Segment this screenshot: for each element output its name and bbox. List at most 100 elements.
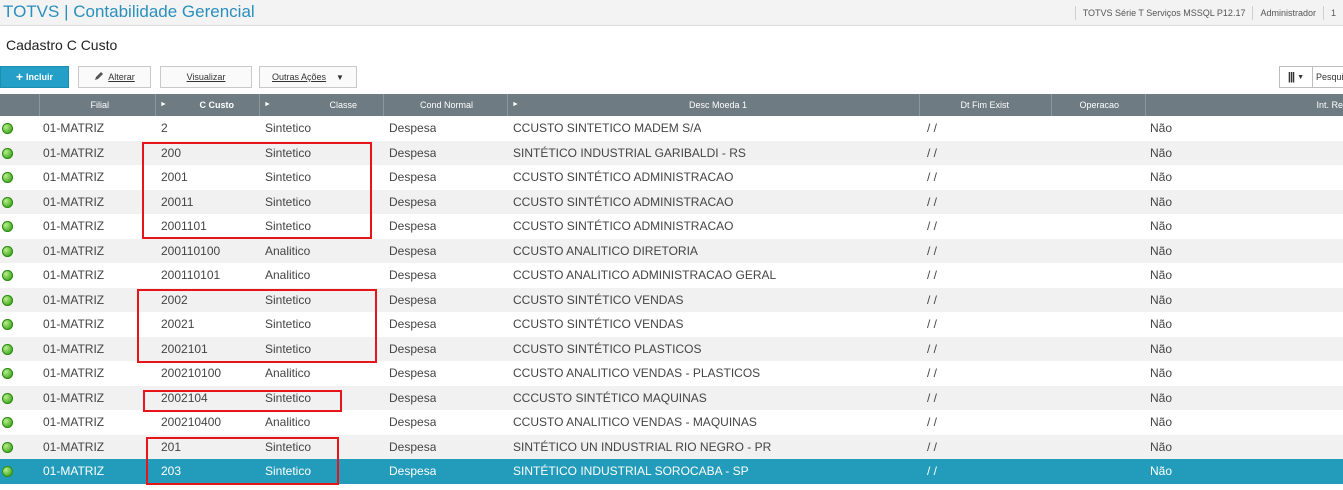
cell-desc-moeda: SINTÉTICO UN INDUSTRIAL RIO NEGRO - PR — [513, 439, 772, 454]
cell-cond-normal: Despesa — [389, 145, 437, 160]
cell-cond-normal: Despesa — [389, 243, 437, 258]
column-header-cond-normal[interactable]: Cond Normal — [384, 94, 508, 116]
cell-classe: Sintetico — [265, 292, 312, 307]
status-green-icon — [2, 368, 13, 379]
table-row[interactable]: 01-MATRIZ 20011 Sintetico Despesa CCUSTO SIN… — [0, 189, 1343, 214]
cell-filial: 01-MATRIZ — [43, 268, 105, 282]
table-row[interactable]: 01-MATRIZ 2001101 Sintetico Despesa CCUSTO S… — [0, 214, 1343, 239]
status-green-icon — [2, 221, 13, 232]
cell-cond-normal: Despesa — [389, 464, 437, 478]
cell-ccusto: 203 — [161, 464, 182, 478]
cell-dt-fim: / / — [927, 464, 938, 478]
cell-filial: 01-MATRIZ — [43, 317, 105, 331]
cell-cond-normal: Despesa — [389, 292, 437, 307]
columns-icon: ||| — [1287, 71, 1295, 83]
cell-desc-moeda: SINTÉTICO INDUSTRIAL SOROCABA - SP — [513, 464, 749, 478]
cell-desc-moeda: CCUSTO SINTÉTICO ADMINISTRACAO — [513, 194, 734, 209]
outras-acoes-button[interactable]: Outras Ações ▼ — [259, 66, 357, 88]
column-header-int-re[interactable]: Int. Re — [1146, 94, 1343, 116]
view-selector[interactable]: ||| ▼ — [1279, 66, 1313, 88]
cell-dt-fim: / / — [927, 121, 938, 135]
cell-ccusto: 2001 — [161, 170, 188, 184]
cell-classe: Sintetico — [265, 464, 312, 478]
table-row[interactable]: 01-MATRIZ 2001 Sintetico Despesa CCUSTO SINT… — [0, 165, 1343, 190]
status-column-header[interactable] — [0, 94, 40, 116]
cell-dt-fim: / / — [927, 219, 938, 233]
table-row[interactable]: 01-MATRIZ 2002104 Sintetico Despesa CCCUSTO … — [0, 385, 1343, 410]
cell-desc-moeda: SINTÉTICO INDUSTRIAL GARIBALDI - RS — [513, 145, 746, 160]
cell-desc-moeda: CCUSTO SINTÉTICO ADMINISTRACAO — [513, 219, 734, 233]
table-row[interactable]: 01-MATRIZ 20021 Sintetico Despesa CCUSTO SIN… — [0, 312, 1343, 337]
user-label[interactable]: Administrador — [1252, 5, 1323, 20]
cell-int-re: Não — [1150, 243, 1173, 258]
visualizar-button[interactable]: Visualizar — [160, 66, 252, 88]
cell-int-re: Não — [1150, 219, 1173, 233]
cell-dt-fim: / / — [927, 317, 938, 331]
status-green-icon — [2, 392, 13, 404]
extra-label[interactable]: 1 — [1322, 5, 1343, 20]
search-input[interactable]: Pesquisar — [1313, 66, 1343, 88]
table-row[interactable]: 01-MATRIZ 2002 Sintetico Despesa CCUSTO SINT… — [0, 287, 1343, 312]
table-row[interactable]: 01-MATRIZ 200210400 Analitico Despesa CCUSTO… — [0, 410, 1343, 435]
toolbar: + Incluir Alterar Visualizar Outras Açõe… — [0, 66, 1343, 88]
cell-ccusto: 200 — [161, 145, 182, 160]
cell-ccusto: 20011 — [161, 194, 194, 209]
cell-dt-fim: / / — [927, 170, 938, 184]
column-header-desc-moeda[interactable]: ► Desc Moeda 1 — [508, 94, 920, 116]
cell-classe: Sintetico — [265, 317, 312, 331]
cell-filial: 01-MATRIZ — [43, 415, 105, 429]
cell-cond-normal: Despesa — [389, 121, 437, 135]
column-header-classe[interactable]: ► Classe — [260, 94, 384, 116]
column-header-filial[interactable]: Filial — [40, 94, 156, 116]
environment-label[interactable]: TOTVS Série T Serviços MSSQL P12.17 — [1074, 5, 1253, 20]
alterar-button[interactable]: Alterar — [78, 66, 151, 88]
table-row[interactable]: 01-MATRIZ 2002101 Sintetico Despesa CCUSTO S… — [0, 336, 1343, 361]
caret-down-icon: ▼ — [1297, 73, 1305, 81]
cell-classe: Analitico — [265, 243, 311, 258]
grid-body: 01-MATRIZ 2 Sintetico Despesa CCUSTO SINTETI… — [0, 116, 1343, 484]
page-title: Cadastro C Custo — [6, 37, 118, 53]
cell-dt-fim: / / — [927, 243, 938, 258]
sort-arrow-icon: ► — [160, 101, 167, 108]
column-header-ccusto[interactable]: ► C Custo — [156, 94, 260, 116]
cell-desc-moeda: CCUSTO SINTÉTICO VENDAS — [513, 317, 684, 331]
cell-dt-fim: / / — [927, 145, 938, 160]
table-row[interactable]: 01-MATRIZ 203 Sintetico Despesa SINTÉTICO IN… — [0, 459, 1343, 484]
cell-filial: 01-MATRIZ — [43, 390, 105, 405]
cell-classe: Sintetico — [265, 121, 312, 135]
cell-int-re: Não — [1150, 194, 1173, 209]
sort-arrow-icon: ► — [512, 101, 519, 108]
table-row[interactable]: 01-MATRIZ 201 Sintetico Despesa SINTÉTICO UN… — [0, 434, 1343, 459]
column-header-dt-fim[interactable]: Dt Fim Exist — [920, 94, 1052, 116]
table-row[interactable]: 01-MATRIZ 200 Sintetico Despesa SINTÉTICO IN… — [0, 140, 1343, 165]
cell-desc-moeda: CCUSTO ANALITICO ADMINISTRACAO GERAL — [513, 268, 777, 282]
cell-int-re: Não — [1150, 145, 1173, 160]
cell-cond-normal: Despesa — [389, 439, 437, 454]
cell-int-re: Não — [1150, 317, 1173, 331]
cell-cond-normal: Despesa — [389, 341, 437, 356]
status-green-icon — [2, 147, 13, 159]
table-row[interactable]: 01-MATRIZ 200210100 Analitico Despesa CCUSTO… — [0, 361, 1343, 386]
app-title: TOTVS | Contabilidade Gerencial — [3, 2, 255, 21]
cell-int-re: Não — [1150, 170, 1173, 184]
status-green-icon — [2, 441, 13, 453]
top-bar: TOTVS | Contabilidade Gerencial TOTVS Sé… — [0, 0, 1343, 26]
column-header-operacao[interactable]: Operacao — [1052, 94, 1146, 116]
cell-filial: 01-MATRIZ — [43, 145, 105, 160]
cell-filial: 01-MATRIZ — [43, 292, 105, 307]
visualizar-label: Visualizar — [186, 72, 226, 82]
table-row[interactable]: 01-MATRIZ 200110101 Analitico Despesa CCUSTO… — [0, 263, 1343, 288]
cell-desc-moeda: CCUSTO SINTÉTICO PLASTICOS — [513, 341, 702, 356]
cell-int-re: Não — [1150, 464, 1173, 478]
column-header-ccusto-label: C Custo — [199, 100, 235, 110]
status-green-icon — [2, 319, 13, 330]
table-row[interactable]: 01-MATRIZ 200110100 Analitico Despesa CCUSTO… — [0, 238, 1343, 263]
table-row[interactable]: 01-MATRIZ 2 Sintetico Despesa CCUSTO SINTETI… — [0, 116, 1343, 141]
cell-classe: Sintetico — [265, 170, 312, 184]
cell-filial: 01-MATRIZ — [43, 341, 105, 356]
cell-int-re: Não — [1150, 415, 1173, 429]
cell-cond-normal: Despesa — [389, 219, 437, 233]
column-header-classe-label: Classe — [329, 100, 357, 110]
incluir-button[interactable]: + Incluir — [0, 66, 69, 88]
cell-ccusto: 2002101 — [161, 341, 208, 356]
